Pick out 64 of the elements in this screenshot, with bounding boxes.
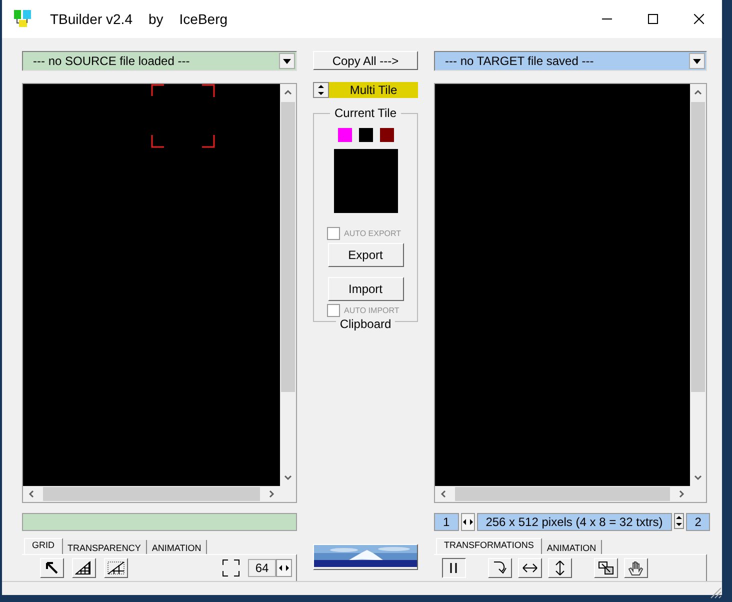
dropdown-caret-icon [283,58,291,64]
scroll-down-icon [694,474,702,482]
canvas-panel[interactable] [434,83,707,503]
frame-size-icon [222,559,240,577]
flip-vertical-button[interactable] [548,558,572,578]
scroll-left-icon [27,490,35,498]
pause-button[interactable] [442,558,466,578]
close-icon [694,14,704,24]
tab[interactable]: TRANSFORMATIONS [436,538,542,554]
tile-mode-label: Multi Tile [329,82,418,98]
resize-icon [598,561,614,575]
tab[interactable]: GRID [24,538,62,554]
texture-count: 2 [686,513,710,531]
copy-all-button[interactable]: Copy All ---> [313,51,418,70]
resize-button[interactable] [594,558,618,578]
texture-info: 256 x 512 pixels (4 x 8 = 32 txtrs) [476,513,672,531]
scroll-left-icon [439,490,447,498]
scroll-up-icon [284,88,292,96]
resize-grip-icon [710,587,722,599]
source-file-dropdown[interactable]: --- no SOURCE file loaded --- [22,51,297,71]
window-title: by [148,11,164,27]
scroll-right-icon [268,490,276,498]
spin-buttons[interactable] [313,82,329,98]
app-icon [14,10,32,28]
canvas-panel[interactable] [22,83,297,503]
flip-horizontal-button[interactable] [518,558,542,578]
color-swatch[interactable] [380,128,394,142]
window-title: TBuilder v2.4 [50,11,132,27]
rotate-button[interactable] [488,558,512,578]
grid-size-field[interactable]: 64 [248,559,276,577]
hand-icon [628,560,644,576]
arrow-icon [44,561,60,575]
spin-buttons[interactable] [674,513,684,529]
tab[interactable]: ANIMATION [542,540,602,554]
export-button[interactable]: Export [328,243,404,267]
pause-icon [449,563,459,573]
dropdown-caret-icon [693,58,701,64]
spin-buttons[interactable] [276,559,292,577]
horizontal-arrows-icon [522,563,538,573]
scroll-down-icon [284,474,292,482]
color-swatch[interactable] [338,128,352,142]
selection-marker-icon [151,84,215,148]
dotted-grid-button[interactable] [104,558,128,578]
hand-button[interactable] [624,558,648,578]
scroll-right-icon [678,490,686,498]
target-file-dropdown[interactable]: --- no TARGET file saved --- [434,51,707,71]
grid-icon [75,561,93,575]
spin-buttons[interactable] [460,513,475,531]
color-swatch[interactable] [358,128,372,142]
scroll-up-icon [694,88,702,96]
dotted-grid-icon [107,561,125,575]
arrow-tool-button[interactable] [40,558,64,578]
vertical-arrows-icon [555,560,565,576]
rotate-icon [492,561,508,575]
group-title: Current Tile [333,106,398,120]
group-footer: Clipboard [336,317,396,332]
tile-preview [334,149,398,213]
import-button[interactable]: Import [328,277,404,301]
grid-tool-button[interactable] [72,558,96,578]
window-title: IceBerg [179,11,228,27]
page-number: 1 [434,513,459,531]
tab[interactable]: TRANSPARENCY [62,540,147,554]
tab[interactable]: ANIMATION [146,540,208,554]
maximize-icon [648,14,658,24]
